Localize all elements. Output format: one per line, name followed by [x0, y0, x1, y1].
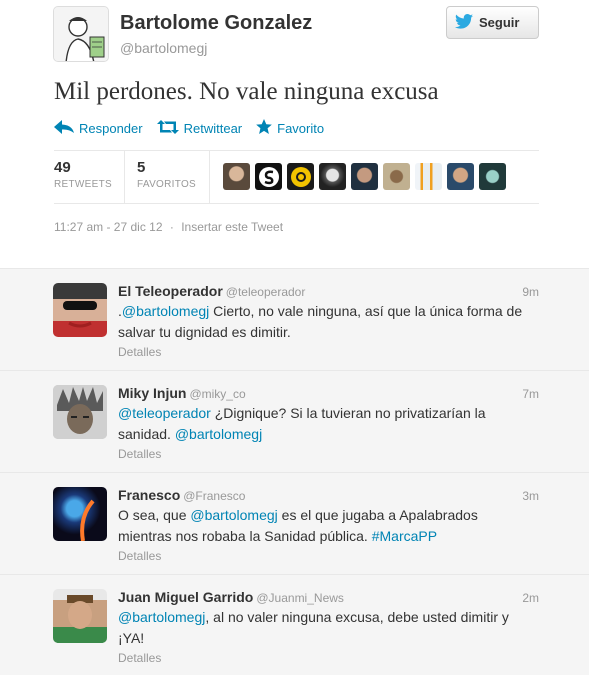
reply-item[interactable]: Miky Injun @miky_co 7m @teleoperador ¿Dig… — [0, 371, 589, 473]
reply-author[interactable]: Juan Miguel Garrido @Juanmi_News — [118, 589, 344, 605]
retweeter-avatar[interactable] — [351, 163, 378, 190]
reply-handle: @Juanmi_News — [256, 591, 344, 605]
retweet-label: Retwittear — [183, 120, 243, 136]
details-link[interactable]: Detalles — [118, 651, 161, 665]
retweet-action[interactable]: Retwittear — [156, 119, 243, 137]
author-name[interactable]: Bartolome Gonzalez — [120, 12, 312, 35]
tweet-card: Bartolome Gonzalez @bartolomegj Seguir M… — [0, 0, 589, 268]
reply-text: .@bartolomegj Cierto, no vale ninguna, a… — [118, 301, 523, 343]
retweeter-avatar[interactable] — [415, 163, 442, 190]
mention-link[interactable]: @bartolomegj — [190, 507, 277, 523]
retweets-label: RETWEETS — [54, 179, 112, 190]
star-icon — [256, 119, 272, 137]
author-avatar[interactable] — [53, 6, 109, 62]
mention-link[interactable]: @teleoperador — [118, 405, 211, 421]
follow-button[interactable]: Seguir — [446, 6, 539, 39]
retweeter-avatar[interactable] — [287, 163, 314, 190]
reply-label: Responder — [79, 120, 143, 136]
embed-tweet-link[interactable]: Insertar este Tweet — [181, 220, 283, 234]
reply-time[interactable]: 3m — [522, 489, 539, 503]
favorite-label: Favorito — [277, 120, 325, 136]
reply-avatar[interactable] — [53, 385, 107, 439]
tweet-actions: Responder Retwittear Favorito — [54, 119, 338, 137]
favorites-stat[interactable]: 5 FAVORITOS — [137, 159, 196, 190]
reply-name: Juan Miguel Garrido — [118, 589, 254, 605]
reply-time[interactable]: 9m — [522, 285, 539, 299]
reply-arrow-icon — [54, 119, 74, 137]
reply-text: O sea, que @bartolomegj es el que jugaba… — [118, 505, 523, 547]
reply-time[interactable]: 7m — [522, 387, 539, 401]
details-link[interactable]: Detalles — [118, 345, 161, 359]
tweet-stats: 49 RETWEETS 5 FAVORITOS — [54, 150, 539, 204]
details-link[interactable]: Detalles — [118, 447, 161, 461]
reply-item[interactable]: Franesco @Franesco 3m O sea, que @bartolo… — [0, 473, 589, 575]
replies-list: El Teleoperador @teleoperador 9m .@bartol… — [0, 268, 589, 675]
reply-text: @teleoperador ¿Dignique? Si la tuvieran … — [118, 403, 523, 445]
retweeter-avatar[interactable] — [447, 163, 474, 190]
retweeter-avatar[interactable] — [479, 163, 506, 190]
retweeter-avatar[interactable] — [255, 163, 282, 190]
reply-name: Miky Injun — [118, 385, 187, 401]
mention-link[interactable]: @bartolomegj — [122, 303, 209, 319]
reply-handle: @teleoperador — [225, 285, 306, 299]
reply-name: Franesco — [118, 487, 181, 503]
retweeter-avatars — [223, 163, 506, 190]
author-handle[interactable]: @bartolomegj — [120, 40, 207, 56]
tweet-timestamp[interactable]: 11:27 am - 27 dic 12 — [54, 220, 163, 234]
retweeter-avatar[interactable] — [319, 163, 346, 190]
reply-action[interactable]: Responder — [54, 119, 143, 137]
favorites-label: FAVORITOS — [137, 179, 197, 190]
reply-handle: @Franesco — [183, 489, 246, 503]
retweet-icon — [156, 119, 179, 137]
mention-link[interactable]: @bartolomegj — [175, 426, 262, 442]
reply-author[interactable]: El Teleoperador @teleoperador — [118, 283, 305, 299]
hashtag-link[interactable]: #MarcaPP — [372, 528, 437, 544]
tweet-meta: 11:27 am - 27 dic 12 · Insertar este Twe… — [54, 220, 283, 234]
mention-link[interactable]: @bartolomegj — [118, 609, 205, 625]
retweeter-avatar[interactable] — [383, 163, 410, 190]
reply-avatar[interactable] — [53, 589, 107, 643]
retweets-count: 49 — [54, 159, 71, 176]
reply-text-segment: O sea, que — [118, 507, 191, 523]
details-link[interactable]: Detalles — [118, 549, 161, 563]
reply-time[interactable]: 2m — [522, 591, 539, 605]
meta-separator: · — [169, 220, 174, 234]
retweeter-avatar[interactable] — [223, 163, 250, 190]
reply-avatar[interactable] — [53, 487, 107, 541]
retweets-stat[interactable]: 49 RETWEETS — [54, 159, 112, 190]
reply-avatar[interactable] — [53, 283, 107, 337]
reply-author[interactable]: Miky Injun @miky_co — [118, 385, 246, 401]
reply-item[interactable]: Juan Miguel Garrido @Juanmi_News 2m @bart… — [0, 575, 589, 675]
stats-divider — [209, 151, 210, 204]
reply-text: @bartolomegj, al no valer ninguna excusa… — [118, 607, 523, 649]
tweet-text: Mil perdones. No vale ninguna excusa — [54, 78, 439, 105]
reply-name: El Teleoperador — [118, 283, 223, 299]
reply-author[interactable]: Franesco @Franesco — [118, 487, 245, 503]
twitter-bird-icon — [455, 13, 473, 32]
favorite-action[interactable]: Favorito — [256, 119, 324, 137]
reply-handle: @miky_co — [189, 387, 246, 401]
reply-item[interactable]: El Teleoperador @teleoperador 9m .@bartol… — [0, 269, 589, 371]
favorites-count: 5 — [137, 159, 146, 176]
stats-divider — [124, 151, 125, 204]
follow-label: Seguir — [479, 15, 520, 30]
